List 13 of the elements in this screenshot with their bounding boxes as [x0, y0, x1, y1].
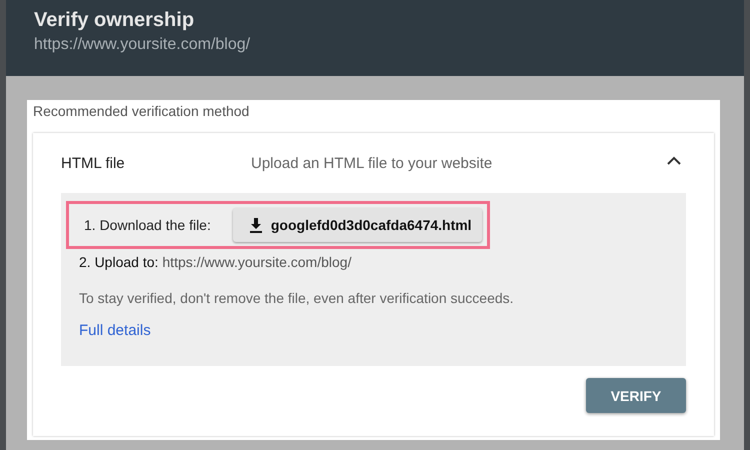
- step-label: 1. Download the file:: [84, 217, 211, 233]
- section-label: Recommended verification method: [33, 103, 250, 119]
- download-button[interactable]: googlefd0d3d0cafda6474.html: [232, 208, 482, 242]
- dialog-title: Verify ownership: [34, 9, 194, 32]
- method-description: Upload an HTML file to your website: [251, 154, 494, 172]
- upload-url: https://www.yoursite.com/blog/: [162, 254, 352, 270]
- note-text: To stay verified, don't remove the file, even after verification succeeds.: [79, 290, 514, 306]
- step-label: 2. Upload to:: [79, 254, 158, 270]
- method-name: HTML file: [61, 154, 126, 172]
- site-url: https://www.yoursite.com/blog/: [34, 36, 250, 54]
- chevron-icon[interactable]: [666, 155, 682, 167]
- verify-button[interactable]: VERIFY: [586, 378, 686, 413]
- full-details-link[interactable]: Full details: [79, 322, 151, 339]
